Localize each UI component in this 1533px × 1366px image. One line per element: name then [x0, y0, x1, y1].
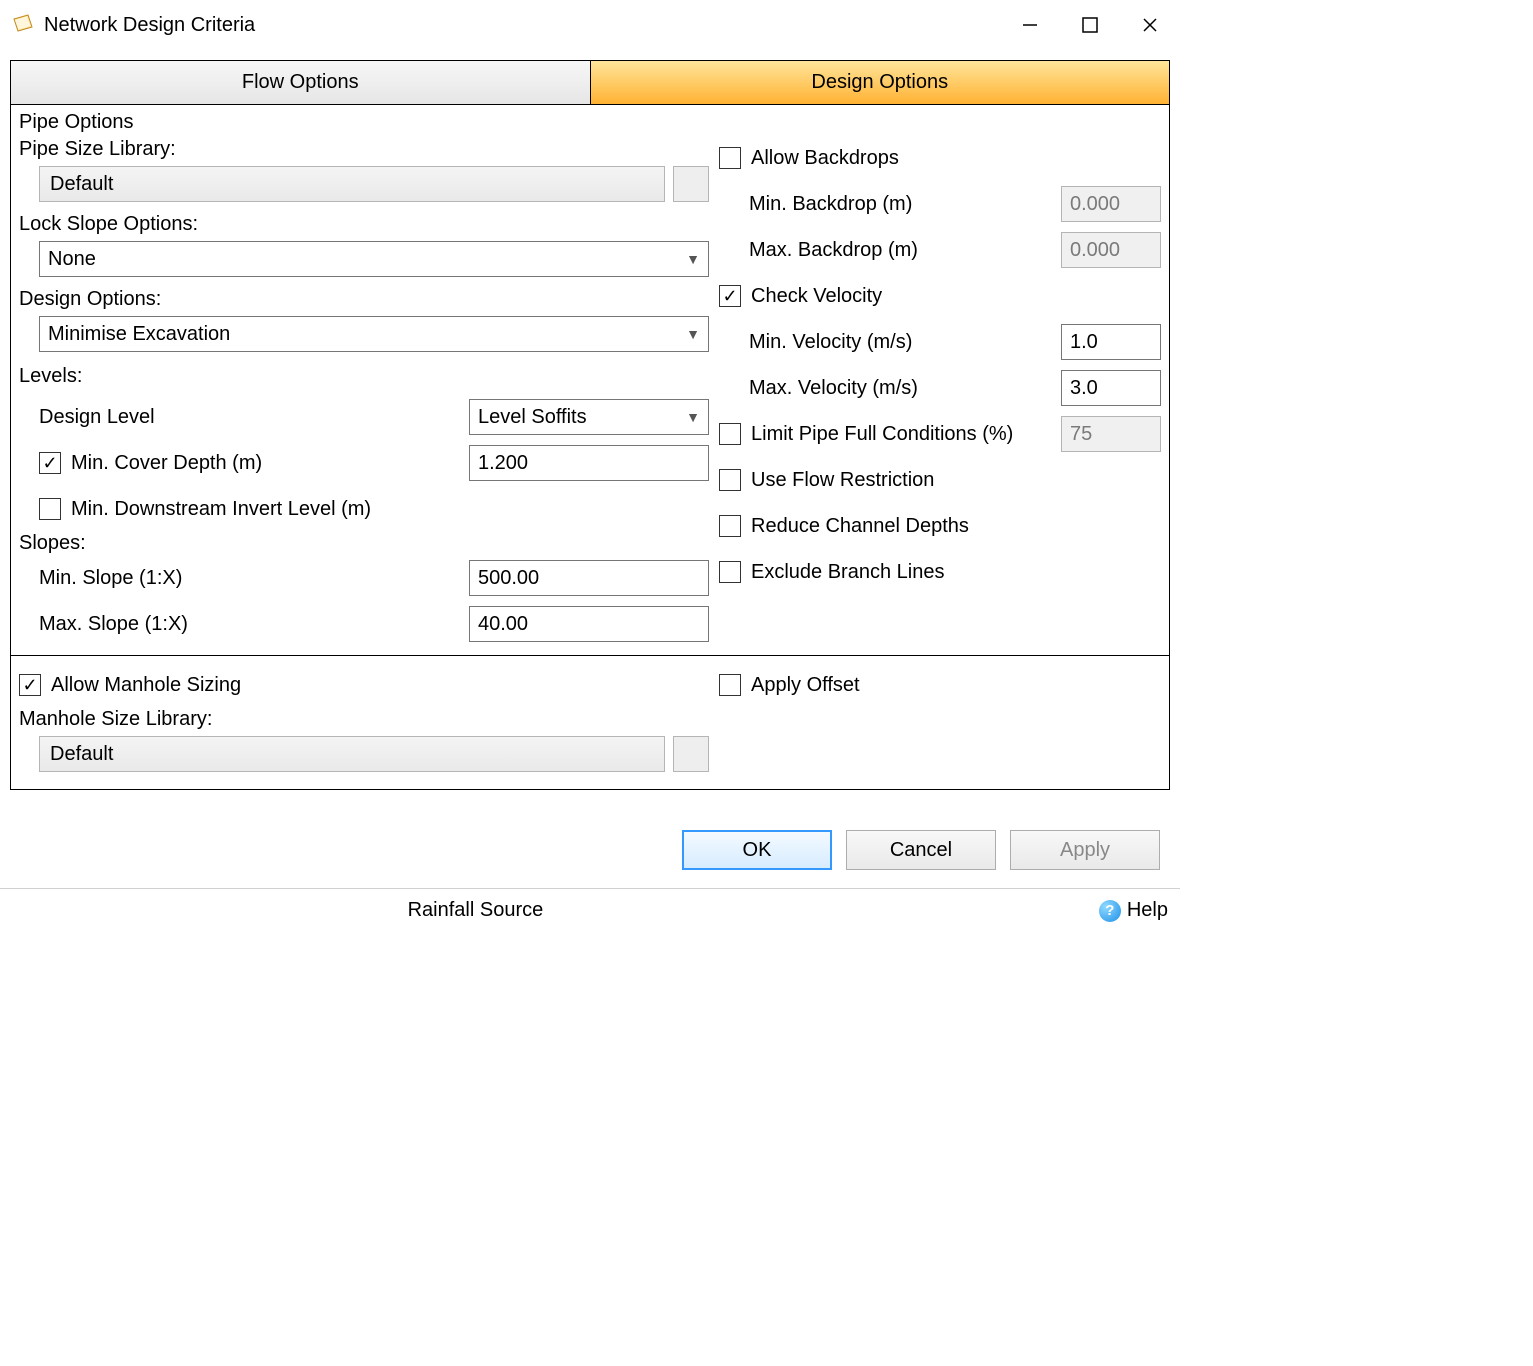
max-slope-input[interactable]: 40.00 [469, 606, 709, 642]
close-button[interactable] [1120, 5, 1180, 45]
pipe-options-heading: Pipe Options [19, 111, 709, 134]
left-column: Pipe Options Pipe Size Library: Default … [19, 111, 709, 647]
design-options-panel: Pipe Options Pipe Size Library: Default … [10, 105, 1170, 790]
use-flow-restriction-label: Use Flow Restriction [751, 469, 934, 492]
min-velocity-input[interactable]: 1.0 [1061, 324, 1161, 360]
chevron-down-icon: ▼ [686, 326, 700, 342]
lock-slope-label: Lock Slope Options: [19, 213, 709, 236]
allow-manhole-sizing-label: Allow Manhole Sizing [51, 674, 241, 697]
max-velocity-label: Max. Velocity (m/s) [719, 377, 1061, 400]
min-velocity-label: Min. Velocity (m/s) [719, 331, 1061, 354]
min-cover-depth-checkbox[interactable]: ✓ [39, 452, 61, 474]
apply-offset-checkbox[interactable] [719, 674, 741, 696]
max-slope-label: Max. Slope (1:X) [39, 613, 469, 636]
lock-slope-value: None [48, 248, 96, 271]
slopes-heading: Slopes: [19, 532, 709, 555]
cancel-button[interactable]: Cancel [846, 830, 996, 870]
ok-button[interactable]: OK [682, 830, 832, 870]
design-options-label: Design Options: [19, 288, 709, 311]
manhole-library-field[interactable]: Default [39, 736, 665, 772]
maximize-button[interactable] [1060, 5, 1120, 45]
window-title: Network Design Criteria [44, 14, 1000, 37]
help-label: Help [1127, 899, 1168, 922]
help-icon: ? [1099, 900, 1121, 922]
allow-backdrops-label: Allow Backdrops [751, 147, 899, 170]
help-link[interactable]: ? Help [1099, 899, 1168, 922]
manhole-library-label: Manhole Size Library: [19, 708, 709, 731]
limit-pipe-full-checkbox[interactable] [719, 423, 741, 445]
app-icon [10, 13, 34, 37]
apply-offset-label: Apply Offset [751, 674, 860, 697]
reduce-channel-depths-checkbox[interactable] [719, 515, 741, 537]
lock-slope-combo[interactable]: None ▼ [39, 241, 709, 277]
minimize-button[interactable] [1000, 5, 1060, 45]
allow-manhole-sizing-checkbox[interactable]: ✓ [19, 674, 41, 696]
min-ds-invert-checkbox[interactable] [39, 498, 61, 520]
reduce-channel-depths-label: Reduce Channel Depths [751, 515, 969, 538]
apply-button[interactable]: Apply [1010, 830, 1160, 870]
right-column: Allow Backdrops Min. Backdrop (m) 0.000 … [709, 111, 1161, 647]
max-velocity-input[interactable]: 3.0 [1061, 370, 1161, 406]
use-flow-restriction-checkbox[interactable] [719, 469, 741, 491]
design-level-label: Design Level [39, 406, 469, 429]
min-backdrop-label: Min. Backdrop (m) [719, 193, 1061, 216]
manhole-library-browse-button[interactable] [673, 736, 709, 772]
design-level-value: Level Soffits [478, 406, 587, 429]
chevron-down-icon: ▼ [686, 251, 700, 267]
min-slope-input[interactable]: 500.00 [469, 560, 709, 596]
check-velocity-label: Check Velocity [751, 285, 882, 308]
pipe-size-library-browse-button[interactable] [673, 166, 709, 202]
max-backdrop-input: 0.000 [1061, 232, 1161, 268]
pipe-size-library-field[interactable]: Default [39, 166, 665, 202]
design-options-combo[interactable]: Minimise Excavation ▼ [39, 316, 709, 352]
chevron-down-icon: ▼ [686, 409, 700, 425]
dialog-window: Network Design Criteria Flow Options Des… [0, 0, 1180, 926]
allow-backdrops-checkbox[interactable] [719, 147, 741, 169]
check-velocity-checkbox[interactable]: ✓ [719, 285, 741, 307]
design-options-value: Minimise Excavation [48, 323, 230, 346]
exclude-branch-lines-checkbox[interactable] [719, 561, 741, 583]
divider [11, 655, 1169, 656]
levels-heading: Levels: [19, 365, 709, 388]
design-level-combo[interactable]: Level Soffits ▼ [469, 399, 709, 435]
exclude-branch-lines-label: Exclude Branch Lines [751, 561, 944, 584]
min-cover-depth-input[interactable]: 1.200 [469, 445, 709, 481]
min-slope-label: Min. Slope (1:X) [39, 567, 469, 590]
tab-strip: Flow Options Design Options [10, 60, 1170, 105]
min-cover-depth-label: Min. Cover Depth (m) [71, 452, 262, 475]
content-area: Flow Options Design Options Pipe Options… [0, 60, 1180, 880]
pipe-size-library-label: Pipe Size Library: [19, 138, 709, 161]
limit-pipe-full-input: 75 [1061, 416, 1161, 452]
titlebar: Network Design Criteria [0, 0, 1180, 50]
footer: Rainfall Source ? Help [0, 888, 1180, 926]
dialog-buttons: OK Cancel Apply [10, 790, 1170, 880]
min-backdrop-input: 0.000 [1061, 186, 1161, 222]
tab-design-options[interactable]: Design Options [591, 61, 1170, 104]
rainfall-source-label: Rainfall Source [408, 899, 544, 922]
tab-flow-options[interactable]: Flow Options [11, 61, 591, 104]
max-backdrop-label: Max. Backdrop (m) [719, 239, 1061, 262]
min-ds-invert-label: Min. Downstream Invert Level (m) [71, 498, 371, 521]
limit-pipe-full-label: Limit Pipe Full Conditions (%) [751, 423, 1061, 446]
